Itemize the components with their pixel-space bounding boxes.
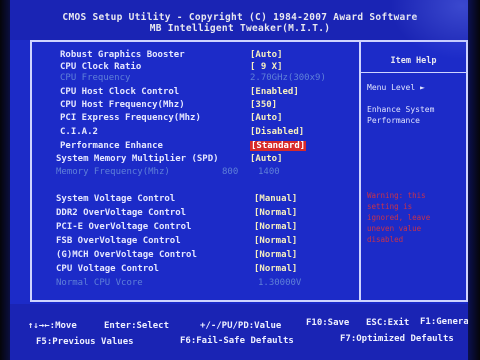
setting-label: System Voltage Control bbox=[56, 194, 176, 204]
setting-row-normal-cpu-vcore: Normal CPU Vcore 1.30000V bbox=[32, 278, 362, 290]
setting-value[interactable]: [Normal] bbox=[254, 236, 297, 246]
setting-value[interactable]: [Auto] bbox=[250, 113, 283, 123]
setting-value: 2.70GHz(300x9) bbox=[250, 73, 326, 83]
help-warning-line: Warning: this bbox=[367, 191, 426, 200]
selected-setting-value[interactable]: [Standard] bbox=[250, 141, 307, 151]
setting-row-performance-enhance[interactable]: Performance Enhance [Standard] bbox=[32, 141, 362, 153]
key-help-bar: ↑↓→←:Move Enter:Select +/-/PU/PD:Value F… bbox=[0, 304, 480, 360]
setting-row-cpu-host-frequency[interactable]: CPU Host Frequency(Mhz) [350] bbox=[32, 100, 362, 112]
monitor-bezel-right bbox=[468, 0, 480, 360]
setting-value[interactable]: [Auto] bbox=[250, 50, 283, 60]
help-warning-line: disabled bbox=[367, 235, 404, 244]
setting-row-pcie-overvoltage-control[interactable]: PCI-E OverVoltage Control [Normal] bbox=[32, 222, 362, 234]
setting-label: PCI Express Frequency(Mhz) bbox=[60, 113, 201, 123]
setting-row-ciaz[interactable]: C.I.A.2 [Disabled] bbox=[32, 127, 362, 139]
key-fail-safe-defaults: F6:Fail-Safe Defaults bbox=[180, 336, 294, 346]
help-warning-line: uneven value bbox=[367, 224, 422, 233]
setting-label: FSB OverVoltage Control bbox=[56, 236, 181, 246]
key-select: Enter:Select bbox=[104, 321, 170, 331]
item-help-panel: Item Help Menu Level ► Enhance System Pe… bbox=[360, 40, 468, 302]
setting-label: CPU Clock Ratio bbox=[60, 62, 142, 72]
setting-row-cpu-voltage-control[interactable]: CPU Voltage Control [Normal] bbox=[32, 264, 362, 276]
setting-row-pci-express-frequency[interactable]: PCI Express Frequency(Mhz) [Auto] bbox=[32, 113, 362, 125]
page-title: MB Intelligent Tweaker(M.I.T.) bbox=[149, 23, 331, 34]
setting-label: CPU Host Frequency(Mhz) bbox=[60, 100, 185, 110]
key-previous-values: F5:Previous Values bbox=[36, 337, 134, 347]
key-save: F10:Save bbox=[306, 318, 350, 328]
setting-row-system-memory-multiplier[interactable]: System Memory Multiplier (SPD) [Auto] bbox=[32, 154, 362, 166]
help-warning: Warning: this setting is ignored, leave … bbox=[367, 190, 463, 245]
key-value: +/-/PU/PD:Value bbox=[200, 321, 282, 331]
setting-label: System Memory Multiplier (SPD) bbox=[56, 154, 219, 164]
setting-row-system-voltage-control[interactable]: System Voltage Control [Manual] bbox=[32, 194, 362, 206]
setting-value[interactable]: [Manual] bbox=[254, 194, 297, 204]
settings-panel: Robust Graphics Booster [Auto] CPU Clock… bbox=[30, 40, 360, 302]
setting-row-gmch-overvoltage-control[interactable]: (G)MCH OverVoltage Control [Normal] bbox=[32, 250, 362, 262]
setting-value[interactable]: [Normal] bbox=[254, 208, 297, 218]
setting-row-ddr2-overvoltage-control[interactable]: DDR2 OverVoltage Control [Normal] bbox=[32, 208, 362, 220]
monitor-bezel-left bbox=[0, 0, 10, 360]
setting-value[interactable]: [ 9 X] bbox=[250, 62, 283, 72]
setting-value[interactable]: [Auto] bbox=[250, 154, 283, 164]
setting-value: 1.30000V bbox=[258, 278, 302, 288]
setting-label: Robust Graphics Booster bbox=[60, 50, 185, 60]
setting-label: CPU Voltage Control bbox=[56, 264, 159, 274]
setting-value[interactable]: [Disabled] bbox=[250, 127, 304, 137]
setting-value[interactable]: [Normal] bbox=[254, 250, 297, 260]
setting-label: Normal CPU Vcore bbox=[56, 278, 143, 288]
setting-row-cpu-host-clock-control[interactable]: CPU Host Clock Control [Enabled] bbox=[32, 87, 362, 99]
setting-label: (G)MCH OverVoltage Control bbox=[56, 250, 197, 260]
setting-label: DDR2 OverVoltage Control bbox=[56, 208, 187, 218]
help-warning-line: setting is bbox=[367, 202, 413, 211]
key-optimized-defaults: F7:Optimized Defaults bbox=[340, 334, 454, 344]
help-description-line1: Enhance System bbox=[367, 105, 435, 114]
setting-label: C.I.A.2 bbox=[60, 127, 98, 137]
help-divider bbox=[361, 72, 466, 73]
setting-value-secondary: 1400 bbox=[258, 167, 280, 177]
menu-level: Menu Level ► bbox=[367, 83, 425, 92]
setting-label: PCI-E OverVoltage Control bbox=[56, 222, 192, 232]
key-exit: ESC:Exit bbox=[366, 318, 410, 328]
help-warning-line: ignored, leave bbox=[367, 213, 431, 222]
setting-row-robust-graphics-booster[interactable]: Robust Graphics Booster [Auto] bbox=[32, 50, 362, 62]
setting-row-fsb-overvoltage-control[interactable]: FSB OverVoltage Control [Normal] bbox=[32, 236, 362, 248]
setting-value: 800 bbox=[222, 167, 239, 177]
key-move: ↑↓→←:Move bbox=[28, 321, 77, 331]
setting-row-cpu-frequency: CPU Frequency 2.70GHz(300x9) bbox=[32, 73, 362, 85]
title-bar: CMOS Setup Utility - Copyright (C) 1984-… bbox=[0, 0, 480, 40]
setting-label: Memory Frequency(Mhz) bbox=[56, 167, 170, 177]
bios-screen: CMOS Setup Utility - Copyright (C) 1984-… bbox=[0, 0, 480, 360]
setting-label: CPU Host Clock Control bbox=[60, 87, 180, 97]
setting-label: CPU Frequency bbox=[60, 73, 131, 83]
setting-value[interactable]: [Normal] bbox=[254, 222, 297, 232]
utility-title: CMOS Setup Utility - Copyright (C) 1984-… bbox=[62, 12, 418, 23]
setting-row-memory-frequency: Memory Frequency(Mhz) 800 1400 bbox=[32, 167, 362, 179]
help-description-line2: Performance bbox=[367, 116, 420, 125]
item-help-title: Item Help bbox=[390, 56, 437, 66]
setting-value[interactable]: [350] bbox=[250, 100, 277, 110]
setting-value[interactable]: [Enabled] bbox=[250, 87, 299, 97]
setting-label: Performance Enhance bbox=[60, 141, 163, 151]
setting-value[interactable]: [Normal] bbox=[254, 264, 297, 274]
